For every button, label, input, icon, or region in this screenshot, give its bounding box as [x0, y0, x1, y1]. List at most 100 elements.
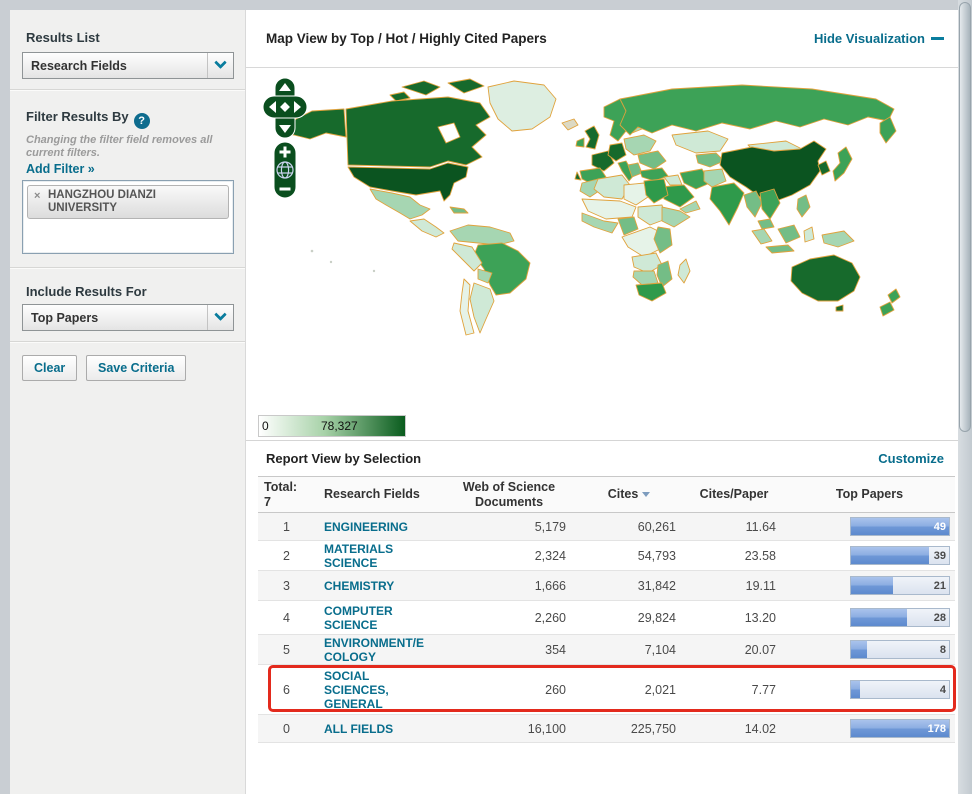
field-link[interactable]: CHEMISTRY [324, 579, 394, 593]
rank-cell: 3 [258, 571, 304, 601]
filter-results-heading: Filter Results By? [26, 109, 150, 129]
legend-min-value: 0 [262, 419, 269, 433]
cites-per-paper-cell: 14.02 [684, 715, 784, 743]
rank-cell: 2 [258, 541, 304, 571]
field-link[interactable]: COMPUTER SCIENCE [324, 604, 393, 632]
cites-per-paper-cell: 7.77 [684, 665, 784, 715]
table-row: 4 COMPUTER SCIENCE 2,260 29,824 13.20 28 [258, 601, 955, 635]
map-header: Map View by Top / Hot / Highly Cited Pap… [246, 10, 958, 68]
docs-cell: 2,324 [444, 541, 574, 571]
column-research-fields[interactable]: Research Fields [304, 477, 444, 513]
top-papers-bar: 49 [850, 517, 950, 536]
column-wos-documents[interactable]: Web of Science Documents [444, 477, 574, 513]
sidebar-divider [10, 267, 245, 269]
filter-tag-label: HANGZHOU DIANZI UNIVERSITY [48, 189, 156, 214]
include-results-heading: Include Results For [26, 284, 147, 299]
top-papers-value: 39 [934, 550, 946, 562]
include-results-selected-value: Top Papers [23, 311, 207, 325]
rank-cell: 6 [258, 665, 304, 715]
docs-cell: 16,100 [444, 715, 574, 743]
cites-cell: 31,842 [574, 571, 684, 601]
cites-per-paper-cell: 20.07 [684, 635, 784, 665]
sort-desc-icon [642, 492, 650, 497]
top-papers-bar: 21 [850, 576, 950, 595]
top-papers-bar: 4 [850, 680, 950, 699]
column-cites-per-paper[interactable]: Cites/Paper [684, 477, 784, 513]
table-header-row: Total: 7 Research Fields Web of Science … [258, 477, 955, 513]
top-papers-bar: 178 [850, 719, 950, 738]
cites-per-paper-cell: 13.20 [684, 601, 784, 635]
map-view-title: Map View by Top / Hot / Highly Cited Pap… [266, 31, 547, 46]
cites-cell: 7,104 [574, 635, 684, 665]
save-criteria-button[interactable]: Save Criteria [86, 355, 186, 381]
add-filter-link[interactable]: Add Filter » [26, 162, 95, 176]
sidebar-divider [10, 341, 245, 343]
top-papers-bar: 28 [850, 608, 950, 627]
docs-cell: 260 [444, 665, 574, 715]
remove-tag-icon[interactable]: × [34, 190, 40, 203]
top-papers-value: 178 [928, 723, 946, 735]
sidebar-divider [10, 89, 245, 91]
map-pan-control[interactable] [262, 77, 308, 139]
top-papers-value: 28 [934, 612, 946, 624]
table-row: 2 MATERIALS SCIENCE 2,324 54,793 23.58 3… [258, 541, 955, 571]
column-top-papers[interactable]: Top Papers [784, 477, 955, 513]
filter-sidebar: Results List Research Fields Filter Resu… [10, 10, 246, 794]
legend-max-value: 78,327 [321, 419, 358, 433]
cites-cell: 225,750 [574, 715, 684, 743]
docs-cell: 5,179 [444, 513, 574, 541]
cites-cell: 60,261 [574, 513, 684, 541]
cites-cell: 2,021 [574, 665, 684, 715]
column-cites[interactable]: Cites [574, 477, 684, 513]
table-row-highlighted: 6 SOCIAL SCIENCES, GENERAL 260 2,021 7.7… [258, 665, 955, 715]
cites-per-paper-cell: 11.64 [684, 513, 784, 541]
chevron-down-icon [207, 305, 233, 330]
results-list-heading: Results List [26, 30, 100, 45]
rank-cell: 1 [258, 513, 304, 541]
hide-visualization-link[interactable]: Hide Visualization [814, 31, 925, 46]
field-link[interactable]: ENGINEERING [324, 520, 408, 534]
table-row: 3 CHEMISTRY 1,666 31,842 19.11 21 [258, 571, 955, 601]
cites-cell: 29,824 [574, 601, 684, 635]
cites-cell: 54,793 [574, 541, 684, 571]
results-list-select[interactable]: Research Fields [22, 52, 234, 79]
results-list-selected-value: Research Fields [23, 59, 207, 73]
customize-link[interactable]: Customize [878, 451, 944, 466]
docs-cell: 354 [444, 635, 574, 665]
scrollbar-thumb[interactable] [959, 2, 971, 432]
report-section: Report View by Selection Customize Total… [246, 440, 958, 743]
map-area: 0 78,327 [246, 69, 958, 440]
map-legend-gradient: 0 78,327 [258, 415, 406, 437]
chevron-down-icon [207, 53, 233, 78]
include-results-select[interactable]: Top Papers [22, 304, 234, 331]
help-icon[interactable]: ? [134, 113, 150, 129]
clear-button[interactable]: Clear [22, 355, 77, 381]
rank-cell: 5 [258, 635, 304, 665]
world-map-visualization[interactable] [252, 71, 952, 401]
vertical-scrollbar [958, 0, 972, 794]
docs-cell: 2,260 [444, 601, 574, 635]
map-zoom-control[interactable] [273, 141, 297, 199]
table-row: 0 ALL FIELDS 16,100 225,750 14.02 178 [258, 715, 955, 743]
main-panel: Map View by Top / Hot / Highly Cited Pap… [246, 10, 958, 794]
field-link[interactable]: ENVIRONMENT/E COLOGY [324, 636, 424, 664]
rank-cell: 0 [258, 715, 304, 743]
docs-cell: 1,666 [444, 571, 574, 601]
total-count-header: Total: 7 [258, 477, 304, 513]
field-link[interactable]: ALL FIELDS [324, 722, 393, 736]
top-papers-value: 21 [934, 580, 946, 592]
active-filters-box: × HANGZHOU DIANZI UNIVERSITY [22, 180, 234, 254]
report-view-title: Report View by Selection [266, 451, 421, 466]
field-link[interactable]: MATERIALS SCIENCE [324, 542, 393, 570]
top-papers-bar: 39 [850, 546, 950, 565]
minus-icon [931, 37, 944, 40]
research-fields-table: Total: 7 Research Fields Web of Science … [258, 476, 955, 743]
top-papers-value: 49 [934, 521, 946, 533]
table-row: 5 ENVIRONMENT/E COLOGY 354 7,104 20.07 8 [258, 635, 955, 665]
top-papers-value: 8 [940, 644, 946, 656]
table-row: 1 ENGINEERING 5,179 60,261 11.64 49 [258, 513, 955, 541]
filter-tag: × HANGZHOU DIANZI UNIVERSITY [27, 185, 229, 219]
filter-note: Changing the filter field removes all cu… [26, 134, 230, 160]
field-link[interactable]: SOCIAL SCIENCES, GENERAL [324, 669, 389, 711]
cites-per-paper-cell: 23.58 [684, 541, 784, 571]
